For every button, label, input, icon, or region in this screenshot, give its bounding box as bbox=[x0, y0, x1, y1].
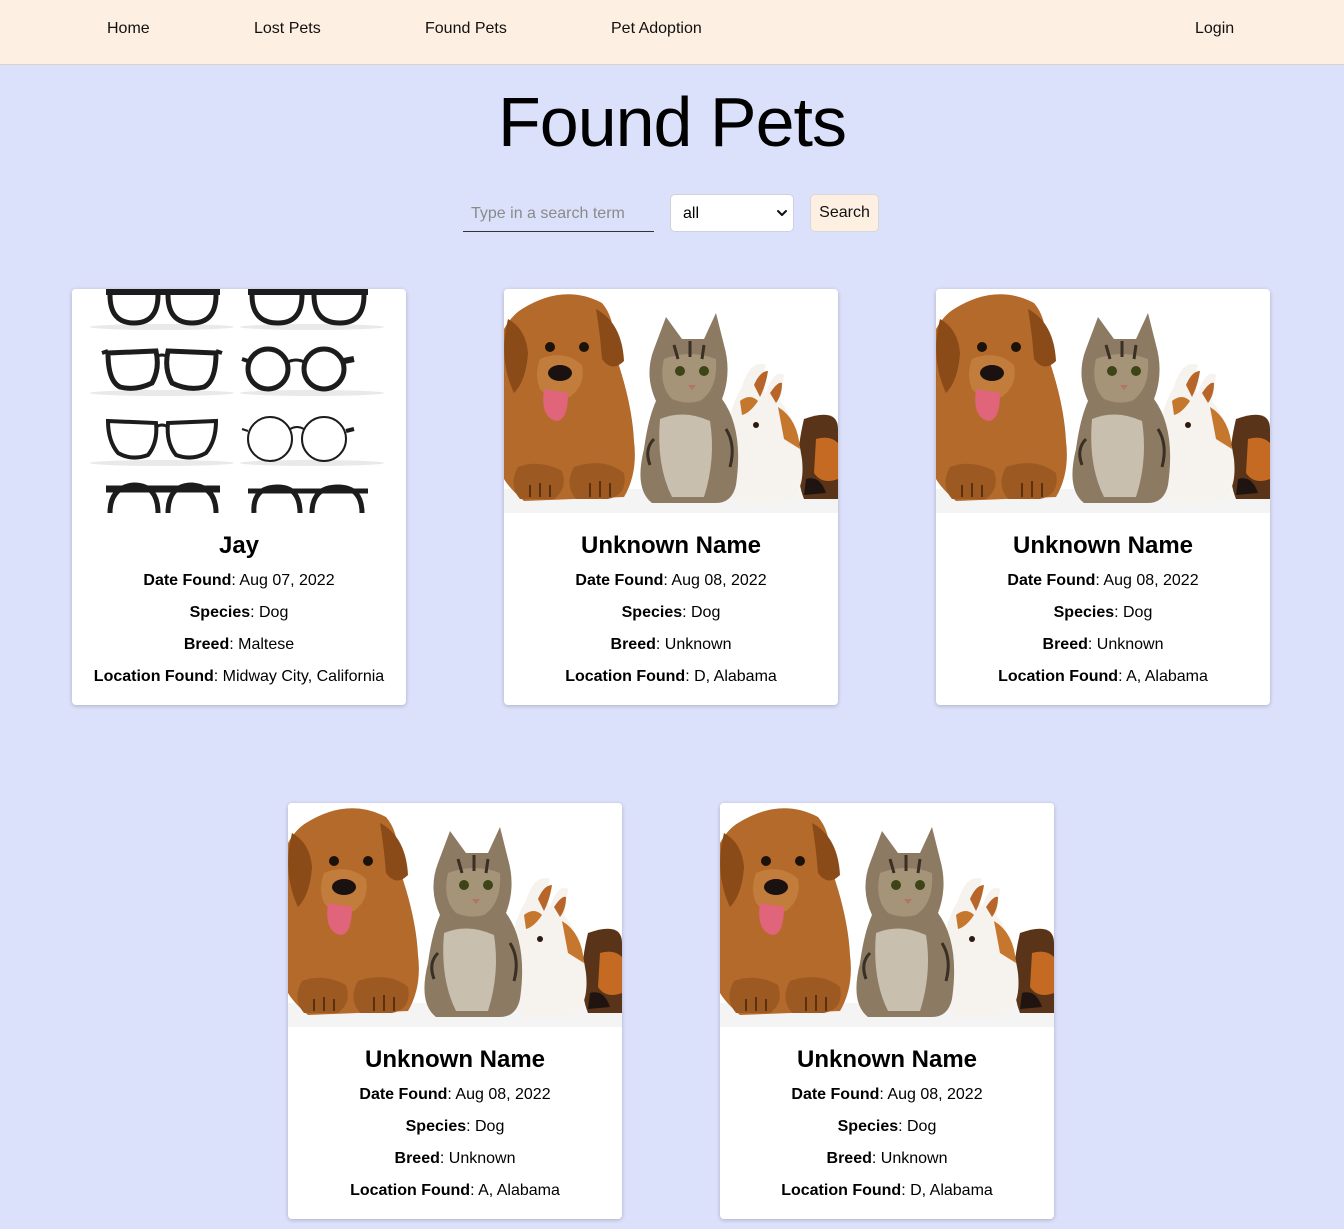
pet-card[interactable]: Unknown Name Date Found: Aug 08, 2022 Sp… bbox=[504, 289, 838, 705]
nav-home-link[interactable]: Home bbox=[107, 19, 150, 39]
pet-location-found: Location Found: D, Alabama bbox=[565, 668, 777, 685]
species-label: Species bbox=[621, 604, 683, 621]
search-input[interactable] bbox=[463, 196, 654, 232]
date-found-value: Aug 08, 2022 bbox=[1103, 572, 1199, 589]
breed-value: Unknown bbox=[664, 636, 732, 653]
page-title: Found Pets bbox=[498, 83, 847, 161]
pet-breed: Breed: Unknown bbox=[394, 1150, 516, 1167]
navbar: Home Lost Pets Found Pets Pet Adoption L… bbox=[0, 0, 1344, 65]
location-found-label: Location Found bbox=[781, 1182, 902, 1199]
pet-location-found: Location Found: D, Alabama bbox=[781, 1182, 993, 1199]
date-found-label: Date Found bbox=[359, 1086, 448, 1103]
pet-photo-dog-cat-rabbit bbox=[504, 289, 838, 513]
pet-species: Species: Dog bbox=[405, 1118, 505, 1135]
date-found-value: Aug 08, 2022 bbox=[455, 1086, 551, 1103]
pet-card[interactable]: Unknown Name Date Found: Aug 08, 2022 Sp… bbox=[288, 803, 622, 1219]
breed-label: Breed bbox=[183, 636, 230, 653]
location-found-label: Location Found bbox=[998, 668, 1119, 685]
nav-pet-adoption-link[interactable]: Pet Adoption bbox=[611, 19, 702, 39]
breed-label: Breed bbox=[826, 1150, 872, 1167]
species-value: Dog bbox=[907, 1118, 937, 1135]
date-found-label: Date Found bbox=[575, 572, 664, 589]
pet-date-found: Date Found: Aug 08, 2022 bbox=[359, 1086, 551, 1103]
species-value: Dog bbox=[1123, 604, 1153, 621]
pet-name: Unknown Name bbox=[1012, 532, 1194, 559]
pet-location-found: Location Found: Midway City, California bbox=[93, 668, 385, 685]
species-value: Dog bbox=[475, 1118, 505, 1135]
nav-found-pets-link[interactable]: Found Pets bbox=[425, 19, 507, 39]
date-found-label: Date Found bbox=[143, 572, 232, 589]
pet-species: Species: Dog bbox=[189, 604, 289, 621]
pet-date-found: Date Found: Aug 07, 2022 bbox=[143, 572, 335, 589]
nav-lost-pets-link[interactable]: Lost Pets bbox=[254, 19, 321, 39]
breed-value: Unknown bbox=[880, 1150, 948, 1167]
location-found-value: A, Alabama bbox=[1126, 668, 1208, 685]
location-found-label: Location Found bbox=[565, 668, 686, 685]
date-found-value: Aug 08, 2022 bbox=[671, 572, 767, 589]
pet-name: Unknown Name bbox=[364, 1046, 546, 1073]
nav-login-link[interactable]: Login bbox=[1195, 19, 1234, 39]
breed-value: Unknown bbox=[448, 1150, 516, 1167]
date-found-value: Aug 07, 2022 bbox=[239, 572, 335, 589]
species-value: Dog bbox=[259, 604, 289, 621]
species-select[interactable]: all bbox=[670, 194, 794, 232]
breed-label: Breed bbox=[394, 1150, 440, 1167]
pet-card[interactable]: Unknown Name Date Found: Aug 08, 2022 Sp… bbox=[936, 289, 1270, 705]
pet-breed: Breed: Unknown bbox=[826, 1150, 948, 1167]
species-label: Species bbox=[405, 1118, 467, 1135]
location-found-value: A, Alabama bbox=[478, 1182, 560, 1199]
species-label: Species bbox=[189, 604, 251, 621]
species-label: Species bbox=[1053, 604, 1115, 621]
breed-label: Breed bbox=[1042, 636, 1088, 653]
pet-breed: Breed: Unknown bbox=[1042, 636, 1164, 653]
search-button[interactable]: Search bbox=[810, 194, 879, 232]
pet-name: Jay bbox=[218, 532, 260, 559]
breed-label: Breed bbox=[610, 636, 656, 653]
location-found-value: D, Alabama bbox=[694, 668, 777, 685]
species-value: Dog bbox=[691, 604, 721, 621]
pet-card[interactable]: Unknown Name Date Found: Aug 08, 2022 Sp… bbox=[720, 803, 1054, 1219]
pet-species: Species: Dog bbox=[837, 1118, 937, 1135]
pet-location-found: Location Found: A, Alabama bbox=[998, 668, 1208, 685]
pet-breed: Breed: Unknown bbox=[610, 636, 732, 653]
breed-value: Unknown bbox=[1096, 636, 1164, 653]
date-found-label: Date Found bbox=[1007, 572, 1096, 589]
pet-species: Species: Dog bbox=[621, 604, 721, 621]
date-found-label: Date Found bbox=[791, 1086, 880, 1103]
pet-name: Unknown Name bbox=[796, 1046, 978, 1073]
pet-date-found: Date Found: Aug 08, 2022 bbox=[575, 572, 767, 589]
species-label: Species bbox=[837, 1118, 899, 1135]
pet-date-found: Date Found: Aug 08, 2022 bbox=[791, 1086, 983, 1103]
pet-location-found: Location Found: A, Alabama bbox=[350, 1182, 560, 1199]
location-found-label: Location Found bbox=[93, 668, 214, 685]
pet-date-found: Date Found: Aug 08, 2022 bbox=[1007, 572, 1199, 589]
pet-name: Unknown Name bbox=[580, 532, 762, 559]
location-found-value: Midway City, California bbox=[222, 668, 385, 685]
pet-photo-glasses bbox=[72, 289, 406, 513]
species-select-value: all bbox=[683, 205, 700, 222]
location-found-label: Location Found bbox=[350, 1182, 471, 1199]
pet-photo-dog-cat-rabbit bbox=[288, 803, 622, 1027]
pet-card[interactable]: Jay Date Found: Aug 07, 2022 Species: Do… bbox=[72, 289, 406, 705]
breed-value: Maltese bbox=[238, 636, 295, 653]
pet-species: Species: Dog bbox=[1053, 604, 1153, 621]
location-found-value: D, Alabama bbox=[910, 1182, 993, 1199]
pet-photo-dog-cat-rabbit bbox=[720, 803, 1054, 1027]
date-found-value: Aug 08, 2022 bbox=[887, 1086, 983, 1103]
pet-photo-dog-cat-rabbit bbox=[936, 289, 1270, 513]
pet-breed: Breed: Maltese bbox=[183, 636, 295, 653]
chevron-down-icon bbox=[775, 206, 789, 220]
